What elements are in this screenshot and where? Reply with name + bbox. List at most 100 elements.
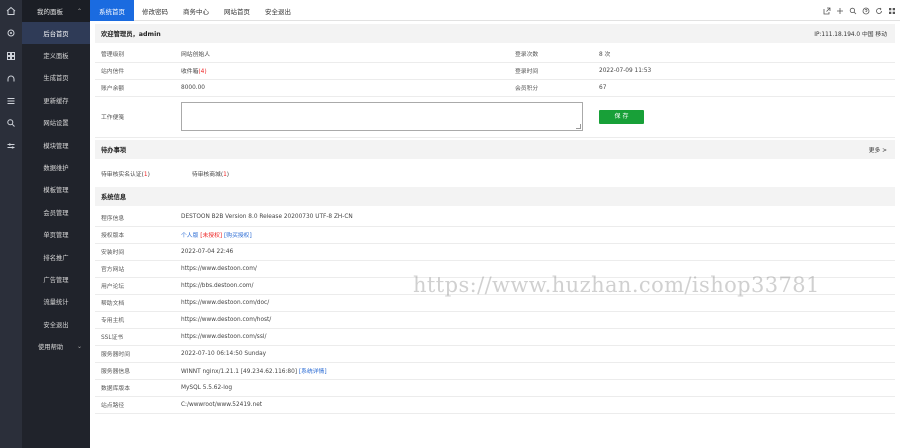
sidebar-header-label: 我的面板 <box>37 8 63 16</box>
sidebar-item-label: 后台首页 <box>43 30 69 38</box>
memo-textarea[interactable] <box>181 102 583 131</box>
table-row: 安装时间 2022-07-04 22:46 <box>95 243 895 261</box>
tab-business-center[interactable]: 商务中心 <box>183 0 209 21</box>
table-row: 数据库版本 MySQL 5.5.62-log <box>95 379 895 397</box>
welcome-title: 欢迎管理员，admin <box>101 31 161 38</box>
tab-website-home[interactable]: 网站首页 <box>224 0 250 21</box>
icon-rail <box>0 0 22 448</box>
sysinfo-label: SSL证书 <box>95 328 175 346</box>
last-login-label: 登录时间 <box>509 62 593 80</box>
server-info-value: WINNT nginx/1.21.1 [49.234.62.116:80] <box>181 369 298 375</box>
system-details-link[interactable]: [系统详情] <box>299 369 327 375</box>
todo-item-realname[interactable]: 待审核实名认证(1) <box>101 169 150 178</box>
buy-license-link[interactable]: [购买授权] <box>224 233 252 239</box>
sysinfo-label: 授权版本 <box>95 226 175 244</box>
points-value: 67 <box>593 79 895 97</box>
table-row: 服务器时间 2022-07-10 06:14:50 Sunday <box>95 345 895 363</box>
sidebar: 我的面板 ⌃ 后台首页 定义面板 生成首页 更新缓存 网站设置 模块管理 数据维… <box>22 0 90 448</box>
sidebar-item-label: 定义面板 <box>43 53 69 61</box>
sysinfo-label: 专用主机 <box>95 311 175 329</box>
messages-cell: 收件箱(4) <box>175 62 509 80</box>
points-label: 会员积分 <box>509 79 593 97</box>
todo-item-mall[interactable]: 待审核商城(1) <box>192 169 229 178</box>
todo-item-count: 1 <box>143 171 148 178</box>
sidebar-item-templates[interactable]: 模板管理 <box>22 179 90 201</box>
help-icon[interactable] <box>862 7 870 15</box>
sidebar-item-stats[interactable]: 流量统计 <box>22 291 90 313</box>
sidebar-item-label: 网站设置 <box>43 120 69 128</box>
plus-icon[interactable] <box>836 7 844 15</box>
grid-icon[interactable] <box>888 7 896 15</box>
login-count-label: 登录次数 <box>509 45 593 63</box>
sidebar-item-label: 使用帮助 <box>38 343 64 351</box>
sysinfo-label: 程序信息 <box>95 209 175 227</box>
top-bar: 系统首页 修改密码 商务中心 网站首页 安全退出 <box>90 0 900 21</box>
tab-change-password[interactable]: 修改密码 <box>142 0 168 21</box>
ssl-link[interactable]: https://www.destoon.com/ssl/ <box>175 328 895 346</box>
host-link[interactable]: https://www.destoon.com/host/ <box>175 311 895 329</box>
sidebar-item-label: 流量统计 <box>43 299 69 307</box>
list-icon[interactable] <box>5 95 17 107</box>
sliders-icon[interactable] <box>5 140 17 152</box>
sidebar-item-label: 模块管理 <box>43 142 69 150</box>
todo-item-label: 待审核实名认证 <box>101 171 142 178</box>
sysinfo-table: 程序信息 DESTOON B2B Version 8.0 Release 202… <box>95 209 895 414</box>
search-icon[interactable] <box>849 7 857 15</box>
sidebar-item-label: 数据维护 <box>43 165 69 173</box>
sysinfo-value: DESTOON B2B Version 8.0 Release 20200730… <box>175 209 895 227</box>
grid-icon[interactable] <box>5 50 17 62</box>
sysinfo-label: 用户论坛 <box>95 277 175 295</box>
sidebar-item-ads[interactable]: 广告管理 <box>22 268 90 290</box>
search-icon[interactable] <box>5 117 17 129</box>
sidebar-item-site-settings[interactable]: 网站设置 <box>22 112 90 134</box>
tab-label: 商务中心 <box>183 7 209 16</box>
save-cell: 保 存 <box>593 96 895 138</box>
sidebar-item-custom-panel[interactable]: 定义面板 <box>22 44 90 66</box>
sidebar-item-pages[interactable]: 单页管理 <box>22 224 90 246</box>
unlicensed-badge: [未授权] <box>200 233 223 239</box>
admin-dashboard: 我的面板 ⌃ 后台首页 定义面板 生成首页 更新缓存 网站设置 模块管理 数据维… <box>0 0 900 448</box>
sidebar-item-members[interactable]: 会员管理 <box>22 201 90 223</box>
sysinfo-value: 2022-07-10 06:14:50 Sunday <box>175 345 895 363</box>
more-link[interactable]: 更多 > <box>869 145 887 154</box>
sysinfo-value-cell: 个人版 [未授权] [购买授权] <box>175 226 895 244</box>
welcome-header: 欢迎管理员，admin IP:111.18.194.0 中国 移动 <box>95 24 895 43</box>
role-value: 网站创始人 <box>175 45 509 63</box>
todo-title: 待办事项 <box>101 147 127 154</box>
balance-label: 账户余额 <box>95 79 175 97</box>
table-row: 专用主机 https://www.destoon.com/host/ <box>95 311 895 329</box>
table-row: 授权版本 个人版 [未授权] [购买授权] <box>95 226 895 244</box>
home-icon[interactable] <box>5 5 17 17</box>
sysinfo-value-cell: WINNT nginx/1.21.1 [49.234.62.116:80] [系… <box>175 362 895 380</box>
license-type-link[interactable]: 个人版 <box>181 233 198 239</box>
inbox-link[interactable]: 收件箱 <box>181 69 198 75</box>
table-row: 站点路径 C:/wwwroot/www.52419.net <box>95 396 895 414</box>
chevron-down-icon: ⌄ <box>76 342 82 350</box>
tab-logout[interactable]: 安全退出 <box>265 0 291 21</box>
tab-label: 安全退出 <box>265 7 291 16</box>
user-icon[interactable] <box>5 72 17 84</box>
sidebar-item-help[interactable]: 使用帮助 ⌄ <box>22 335 90 357</box>
ip-info: IP:111.18.194.0 中国 移动 <box>814 32 887 38</box>
todo-item-label: 待审核商城 <box>191 171 221 178</box>
tab-system-home[interactable]: 系统首页 <box>90 0 134 21</box>
sidebar-item-generate-home[interactable]: 生成首页 <box>22 67 90 89</box>
sysinfo-label: 帮助文档 <box>95 294 175 312</box>
sysinfo-label: 服务器时间 <box>95 345 175 363</box>
todo-header: 待办事项 更多 > <box>95 140 895 159</box>
gear-icon[interactable] <box>5 27 17 39</box>
sidebar-item-modules[interactable]: 模块管理 <box>22 134 90 156</box>
sidebar-item-data-maintenance[interactable]: 数据维护 <box>22 156 90 178</box>
tab-label: 修改密码 <box>142 7 168 16</box>
refresh-icon[interactable] <box>875 7 883 15</box>
external-link-icon[interactable] <box>823 7 831 15</box>
sidebar-item-ranking[interactable]: 排名推广 <box>22 246 90 268</box>
role-label: 管理级别 <box>95 45 175 63</box>
sidebar-item-logout[interactable]: 安全退出 <box>22 313 90 335</box>
sidebar-item-update-cache[interactable]: 更新缓存 <box>22 89 90 111</box>
save-button[interactable]: 保 存 <box>599 109 644 124</box>
sysinfo-value: 2022-07-04 22:46 <box>175 243 895 261</box>
chevron-up-icon: ⌃ <box>76 7 82 15</box>
sidebar-item-home[interactable]: 后台首页 <box>22 22 90 45</box>
sidebar-header[interactable]: 我的面板 ⌃ <box>22 0 90 22</box>
